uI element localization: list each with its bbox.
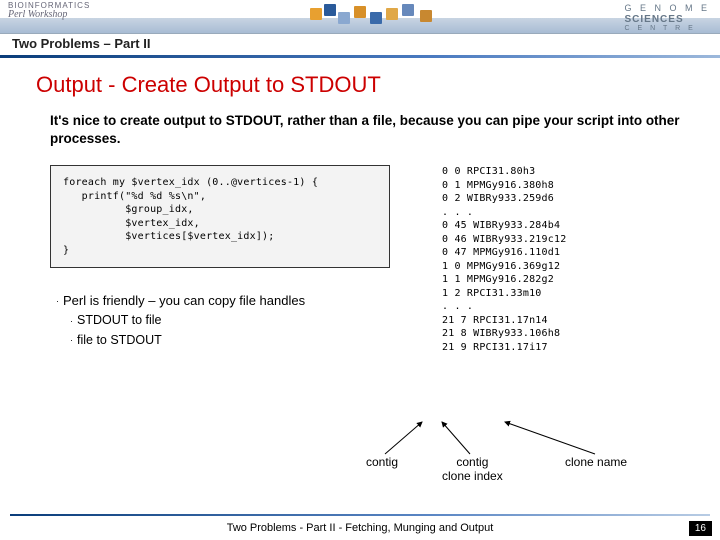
intro-paragraph: It's nice to create output to STDOUT, ra… xyxy=(50,112,682,147)
arrow-annotations: contig contig clone index clone name xyxy=(370,420,700,490)
slide-content: Output - Create Output to STDOUT It's ni… xyxy=(0,58,720,354)
slide-title: Output - Create Output to STDOUT xyxy=(36,72,690,98)
note-sub1-text: STDOUT to file xyxy=(77,313,162,327)
note-main-text: Perl is friendly – you can copy file han… xyxy=(63,293,305,308)
note-sub-2: ·file to STDOUT xyxy=(70,332,390,350)
section-subtitle: Two Problems – Part II xyxy=(0,34,720,55)
gs-line2: SCIENCES xyxy=(624,14,710,25)
gs-line1: G E N O M E xyxy=(624,4,710,14)
annotation-clone-name: clone name xyxy=(565,456,627,470)
output-sample: 0 0 RPCI31.80h3 0 1 MPMGy916.380h8 0 2 W… xyxy=(442,165,566,354)
footer-text: Two Problems - Part II - Fetching, Mungi… xyxy=(0,522,720,534)
header-banner: BIOINFORMATICS Perl Workshop G E N O M E… xyxy=(0,0,720,34)
two-column-layout: foreach my $vertex_idx (0..@vertices-1) … xyxy=(50,165,690,354)
note-block: ·Perl is friendly – you can copy file ha… xyxy=(50,292,390,349)
genome-sciences-logo: G E N O M E SCIENCES C E N T R E xyxy=(624,4,710,33)
note-main: ·Perl is friendly – you can copy file ha… xyxy=(56,292,390,310)
annotation-clone-index: contig clone index xyxy=(442,456,503,484)
bioinformatics-logo: BIOINFORMATICS Perl Workshop xyxy=(8,2,90,20)
note-sub2-text: file to STDOUT xyxy=(77,333,162,347)
arrows-svg xyxy=(370,420,700,470)
footer-divider xyxy=(10,514,710,516)
annotation-clone-index-l1: contig xyxy=(442,456,503,470)
gs-line3: C E N T R E xyxy=(624,25,710,33)
page-number: 16 xyxy=(689,521,712,536)
decorative-tiles xyxy=(310,2,490,28)
annotation-clone-index-l2: clone index xyxy=(442,470,503,484)
logo-text-2: Perl Workshop xyxy=(8,10,90,20)
note-sub-1: ·STDOUT to file xyxy=(70,312,390,330)
annotation-contig: contig xyxy=(366,456,398,470)
code-snippet: foreach my $vertex_idx (0..@vertices-1) … xyxy=(50,165,390,268)
left-column: foreach my $vertex_idx (0..@vertices-1) … xyxy=(50,165,390,349)
